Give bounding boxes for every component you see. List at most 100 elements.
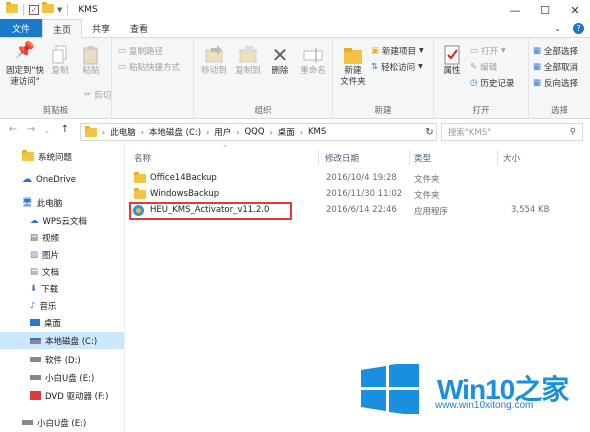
select-all-button[interactable]: ▦ 全部选择 (533, 44, 578, 57)
tab-share[interactable]: 共享 (82, 19, 120, 37)
clipboard-group-label: 剪贴板 (42, 106, 69, 116)
organize-group: 移动到 复制到 ✕ 删除 重命名 组织 (194, 38, 333, 119)
help-icon[interactable]: ? (567, 19, 590, 37)
new-group-label: 新建 (374, 106, 392, 116)
select-group-label: 选择 (550, 106, 568, 116)
delete-button[interactable]: ✕ 删除 (266, 44, 294, 77)
nav-item-usb-e[interactable]: 小白U盘 (E:) (30, 369, 94, 386)
tab-home[interactable]: 主页 (42, 19, 83, 38)
select-none-button[interactable]: ▦ 全部取消 (533, 60, 578, 73)
breadcrumb-item[interactable]: 用户 (214, 126, 231, 138)
copy-to-button[interactable]: 复制到 (232, 44, 264, 77)
navigation-pane: 系统问题 ☁ OneDrive 🖥 此电脑 ☁ WPS云文档 ▤ 视频 ▨ 图片… (0, 144, 124, 432)
paste-button[interactable]: 粘贴 (76, 44, 106, 77)
nav-item-pictures[interactable]: ▨ 图片 (30, 246, 59, 263)
clipboard-group: 📌 固定到"快 速访问" 复制 粘贴 剪贴板 (0, 38, 112, 119)
sort-indicator-icon: ⌃ (222, 144, 228, 152)
nav-item-usb-e-root[interactable]: 小白U盘 (E:) (22, 414, 86, 431)
nav-item-wps-cloud[interactable]: ☁ WPS云文档 (30, 212, 87, 229)
open-button[interactable]: ▭ 打开 ▼ (470, 44, 506, 57)
forward-button[interactable]: → (24, 124, 38, 135)
watermark-logo: Win10之家 www.win10xitong.com (355, 358, 590, 432)
column-header-size[interactable]: 大小 (503, 150, 520, 166)
invert-selection-button[interactable]: ▦ 反向选择 (533, 76, 578, 89)
desktop-icon (30, 319, 40, 326)
breadcrumb-item[interactable]: QQQ (244, 127, 264, 137)
new-item-button[interactable]: ▣ 新建项目 ▼ (371, 44, 424, 57)
move-to-icon (205, 45, 223, 63)
column-divider[interactable] (318, 150, 319, 166)
cut-button[interactable]: ✂ 剪切 (84, 88, 111, 101)
chevron-right-icon: › (206, 127, 210, 137)
copy-path-button[interactable]: ▭ 复制路径 (118, 44, 163, 57)
nav-item-music[interactable]: ♪ 音乐 (30, 297, 56, 314)
nav-item-downloads[interactable]: ⬇ 下载 (30, 280, 58, 297)
recent-locations-button[interactable]: ⌄ (40, 127, 54, 135)
file-row[interactable]: Office14Backup 2016/10/4 19:28 文件夹 (128, 171, 553, 187)
edit-button[interactable]: ✎ 编辑 (470, 60, 497, 73)
column-header-name[interactable]: 名称 (134, 150, 151, 166)
ribbon-tabs: 文件 主页 共享 查看 ⌄ ? (0, 19, 590, 38)
move-to-button[interactable]: 移动到 (198, 44, 230, 77)
nav-item-software-d[interactable]: 软件 (D:) (30, 351, 81, 368)
nav-item-desktop[interactable]: 桌面 (30, 314, 61, 331)
chevron-down-icon[interactable]: ⌄ (548, 19, 567, 37)
file-row[interactable]: WindowsBackup 2016/11/30 11:02 文件夹 (128, 187, 553, 203)
easy-access-icon: ⇅ (371, 61, 379, 72)
usb-icon (30, 375, 41, 380)
search-icon: ⚲ (569, 127, 576, 137)
dropdown-icon[interactable]: ▼ (57, 6, 62, 14)
back-button[interactable]: ← (6, 124, 20, 135)
breadcrumb-item[interactable]: 本地磁盘 (C:) (149, 126, 201, 138)
pin-quick-access-button[interactable]: 📌 固定到"快 速访问" (4, 42, 46, 88)
paste-shortcut-button[interactable]: ▭ 粘贴快捷方式 (118, 60, 180, 73)
tab-file[interactable]: 文件 (0, 19, 43, 37)
history-button[interactable]: ◷ 历史记录 (470, 76, 514, 89)
chevron-right-icon: › (236, 127, 240, 137)
properties-button[interactable]: 属性 (438, 44, 466, 77)
copy-button[interactable]: 复制 (47, 44, 73, 77)
tab-view[interactable]: 查看 (120, 19, 158, 37)
nav-item-onedrive[interactable]: ☁ OneDrive (22, 171, 76, 188)
column-header-modified[interactable]: 修改日期 (325, 150, 359, 166)
nav-item-this-pc[interactable]: 🖥 此电脑 (22, 194, 62, 211)
windows-logo-icon (361, 364, 419, 414)
up-button[interactable]: ↑ (58, 124, 72, 135)
breadcrumb-item[interactable]: KMS (308, 127, 326, 137)
easy-access-button[interactable]: ⇅ 轻松访问 ▼ (371, 60, 423, 73)
nav-item-system-issues[interactable]: 系统问题 (22, 148, 72, 165)
nav-item-local-disk-c[interactable]: 本地磁盘 (C:) (0, 332, 124, 349)
close-button[interactable]: ✕ (560, 0, 590, 20)
address-bar[interactable]: › 此电脑 › 本地磁盘 (C:) › 用户 › QQQ › 桌面 › KMS (80, 123, 437, 141)
pane-splitter[interactable] (124, 144, 125, 432)
window-title: KMS (78, 5, 98, 15)
rename-button[interactable]: 重命名 (296, 44, 330, 77)
delete-icon: ✕ (271, 43, 289, 67)
cloud-icon: ☁ (22, 174, 32, 185)
new-folder-icon[interactable] (42, 2, 54, 16)
nav-item-videos[interactable]: ▤ 视频 (30, 229, 59, 246)
nav-item-dvd-f[interactable]: DVD 驱动器 (F:) (30, 387, 108, 404)
nav-item-documents[interactable]: ▤ 文档 (30, 263, 59, 280)
computer-icon: 🖥 (22, 197, 33, 208)
select-all-icon: ▦ (533, 45, 542, 56)
new-folder-button[interactable]: 新建 文件夹 (337, 44, 369, 88)
maximize-button[interactable]: ☐ (530, 0, 560, 20)
refresh-button[interactable]: ↻ (422, 123, 437, 141)
file-modified: 2016/10/4 19:28 (326, 173, 397, 183)
breadcrumb-item[interactable]: 此电脑 (110, 126, 136, 138)
ribbon: 📌 固定到"快 速访问" 复制 粘贴 剪贴板 ▭ 复制路径 ▭ 粘贴快捷方式 ✂ 剪切… (0, 38, 590, 119)
quick-access-toolbar: ✓ ▼ (0, 0, 70, 20)
chevron-down-icon: ▼ (501, 47, 506, 54)
column-divider[interactable] (497, 150, 498, 166)
music-icon: ♪ (30, 300, 36, 311)
breadcrumb-item[interactable]: 桌面 (278, 126, 295, 138)
properties-icon[interactable]: ✓ (29, 5, 39, 15)
address-row: ← → ⌄ ↑ › 此电脑 › 本地磁盘 (C:) › 用户 › QQQ › 桌… (0, 120, 590, 144)
search-input[interactable]: 搜索"KMS" ⚲ (441, 123, 583, 141)
minimize-button[interactable]: — (500, 0, 530, 20)
paste-icon (83, 46, 98, 65)
chevron-down-icon: ▼ (418, 63, 423, 70)
column-header-type[interactable]: 类型 (414, 150, 431, 166)
column-divider[interactable] (409, 150, 410, 166)
